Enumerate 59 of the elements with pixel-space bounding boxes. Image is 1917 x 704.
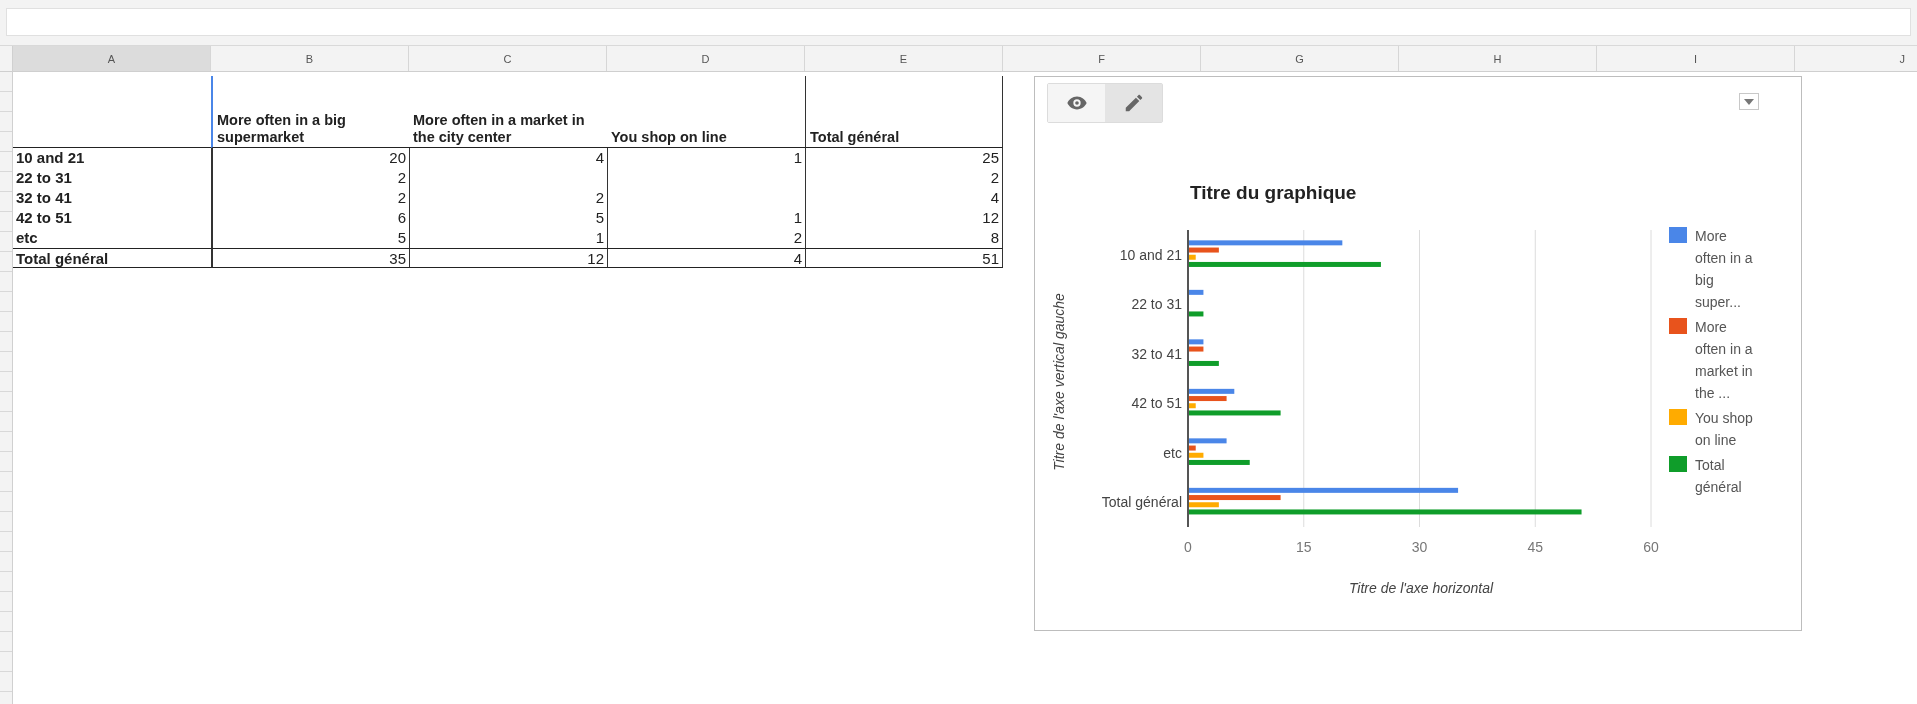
table-cell: 6 (211, 208, 409, 228)
legend-label: More often in a big super... (1695, 227, 1754, 312)
table-cell: 1 (607, 148, 805, 168)
legend-label: You shop on line (1695, 409, 1754, 450)
row-label: 22 to 31 (15, 168, 73, 188)
table-cell: 4 (805, 188, 1003, 208)
row-label: etc (15, 228, 39, 248)
column-heading: More often in a big supermarket (211, 76, 409, 148)
axis-title: Titre de l'axe horizontal (1348, 580, 1494, 596)
table-cell: 8 (805, 228, 1003, 248)
tick-label: 30 (1411, 539, 1428, 555)
chart-title: Titre du graphique (1190, 182, 1357, 203)
table-cell: 4 (409, 148, 607, 168)
tick-label: 0 (1184, 539, 1192, 555)
table-cell: 5 (211, 228, 409, 248)
table-cell: 4 (607, 248, 805, 268)
table-cell: 2 (805, 168, 1003, 188)
column-header[interactable]: I (1597, 46, 1795, 71)
column-header[interactable]: B (211, 46, 409, 71)
category-label: 32 to 41 (1131, 345, 1182, 362)
column-heading: More often in a market in the city center (409, 76, 607, 148)
table-cell: 1 (409, 228, 607, 248)
row-label: 10 and 21 (15, 148, 86, 168)
tick-label: 60 (1643, 539, 1659, 555)
table-cell: 5 (409, 208, 607, 228)
table-cell: 2 (607, 228, 805, 248)
category-label: 42 to 51 (1131, 395, 1182, 412)
legend-label: More often in a market in the ... (1695, 318, 1754, 403)
column-header[interactable]: F (1003, 46, 1201, 71)
column-header[interactable]: D (607, 46, 805, 71)
column-header[interactable]: J (1795, 46, 1917, 71)
axis-title: Titre de l'axe vertical gauche (1051, 293, 1067, 471)
column-heading: You shop on line (607, 76, 805, 148)
table-cell: 51 (805, 248, 1003, 268)
category-label: Total général (1101, 494, 1182, 511)
table-cell: 2 (211, 188, 409, 208)
column-header[interactable]: G (1201, 46, 1399, 71)
column-heading: Total général (805, 76, 1003, 148)
tick-label: 45 (1527, 539, 1544, 555)
row-label: 42 to 51 (15, 208, 73, 228)
table-cell: 20 (211, 148, 409, 168)
category-label: 10 and 21 (1119, 246, 1182, 263)
table-cell: 2 (211, 168, 409, 188)
tick-label: 15 (1295, 539, 1312, 555)
legend-label: Total général (1695, 456, 1743, 497)
category-label: etc (1163, 444, 1182, 461)
table-cell: 35 (211, 248, 409, 268)
column-header[interactable]: E (805, 46, 1003, 71)
table-cell: 1 (607, 208, 805, 228)
column-header[interactable]: A (13, 46, 211, 71)
row-label: 32 to 41 (15, 188, 73, 208)
table-cell: 12 (409, 248, 607, 268)
row-label: Total général (13, 248, 211, 268)
table-cell: 25 (805, 148, 1003, 168)
column-header[interactable]: H (1399, 46, 1597, 71)
column-header[interactable]: C (409, 46, 607, 71)
category-label: 22 to 31 (1131, 296, 1182, 313)
table-cell: 2 (409, 188, 607, 208)
table-cell: 12 (805, 208, 1003, 228)
